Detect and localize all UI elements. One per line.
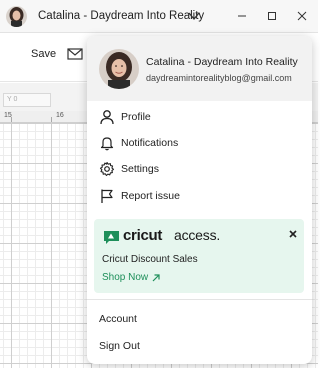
gear-icon bbox=[99, 161, 115, 177]
menu-item-label: Notifications bbox=[121, 137, 179, 149]
menu-item-label: Report issue bbox=[121, 190, 180, 202]
shop-now-link[interactable]: Shop Now bbox=[102, 272, 148, 283]
menu-item-report-issue[interactable]: Report issue bbox=[87, 183, 312, 209]
person-icon bbox=[100, 110, 114, 125]
profile-name: Catalina - Daydream Into Reality bbox=[146, 56, 298, 68]
bell-icon bbox=[100, 137, 114, 151]
title-bar: Catalina - Daydream Into Reality bbox=[0, 0, 318, 33]
ruler-label: 16 bbox=[56, 112, 64, 119]
arrow-up-right-icon[interactable] bbox=[152, 274, 160, 282]
mail-icon[interactable] bbox=[67, 47, 83, 61]
menu-item-account[interactable]: Account bbox=[87, 307, 312, 331]
cricut-access-logo-icon bbox=[104, 231, 119, 244]
account-menu: Catalina - Daydream Into Reality daydrea… bbox=[87, 36, 312, 364]
maximize-icon[interactable] bbox=[264, 8, 280, 24]
menu-item-sign-out[interactable]: Sign Out bbox=[87, 334, 312, 358]
profile-email: daydreamintorealityblog@gmail.com bbox=[146, 73, 292, 83]
close-icon[interactable] bbox=[288, 229, 298, 239]
divider bbox=[87, 299, 312, 300]
menu-item-label: Profile bbox=[121, 111, 151, 123]
menu-item-label: Sign Out bbox=[99, 340, 140, 352]
chevron-down-icon[interactable] bbox=[188, 11, 200, 21]
promo-brand-suffix: access. bbox=[174, 227, 221, 243]
cricut-access-promo: cricut access. Cricut Discount Sales Sho… bbox=[94, 219, 304, 293]
save-button[interactable]: Save bbox=[31, 48, 56, 60]
flag-icon bbox=[101, 189, 113, 203]
promo-brand: cricut bbox=[123, 227, 163, 244]
avatar[interactable] bbox=[6, 6, 27, 27]
menu-item-profile[interactable]: Profile bbox=[87, 104, 312, 130]
promo-text: Cricut Discount Sales bbox=[102, 254, 198, 265]
position-y-input[interactable]: Y 0 bbox=[3, 93, 51, 107]
profile-header: Catalina - Daydream Into Reality daydrea… bbox=[87, 36, 312, 101]
menu-item-label: Account bbox=[99, 313, 137, 325]
menu-item-notifications[interactable]: Notifications bbox=[87, 130, 312, 156]
user-name[interactable]: Catalina - Daydream Into Reality bbox=[38, 10, 204, 22]
profile-avatar bbox=[99, 49, 139, 89]
minimize-icon[interactable] bbox=[234, 8, 250, 24]
menu-item-settings[interactable]: Settings bbox=[87, 156, 312, 182]
menu-item-label: Settings bbox=[121, 163, 159, 175]
close-icon[interactable] bbox=[294, 8, 310, 24]
